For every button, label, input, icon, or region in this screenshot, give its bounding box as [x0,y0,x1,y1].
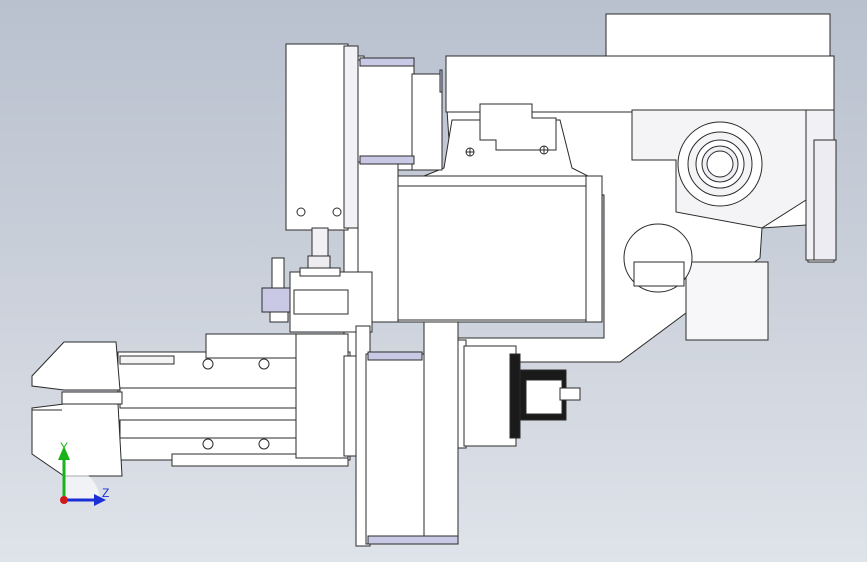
air-fitting[interactable] [261,257,293,323]
motor-body[interactable] [397,175,603,323]
bearing-bore [677,121,763,207]
z-axis-label: Z [102,486,110,500]
clamp-block[interactable] [289,267,373,333]
cad-assembly-drawing[interactable] [0,0,867,562]
lower-plate[interactable] [355,321,467,547]
gripper-jaws[interactable] [31,341,123,477]
side-bore [623,223,693,293]
gripper-cylinder[interactable] [117,333,369,467]
cad-viewport[interactable]: Y Z [0,0,867,562]
y-axis-label: Y [60,440,69,454]
